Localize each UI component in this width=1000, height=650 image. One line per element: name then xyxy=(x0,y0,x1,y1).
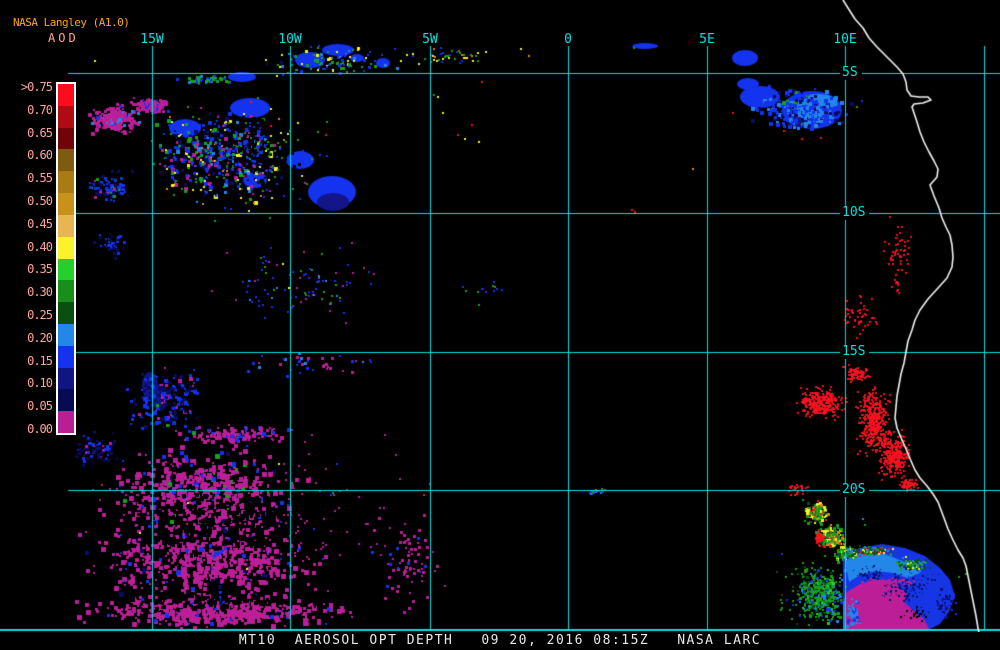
lon-label-5E: 5E xyxy=(699,32,715,47)
legend-label: 0.25 xyxy=(27,308,53,322)
legend-label: 0.50 xyxy=(27,194,53,208)
legend-swatch xyxy=(58,149,74,172)
caption: MT10 AEROSOL OPT DEPTH 09 20, 2016 08:15… xyxy=(238,633,762,648)
legend-swatch xyxy=(58,236,74,259)
legend-swatch xyxy=(58,367,74,390)
legend-swatch xyxy=(58,323,74,346)
legend-swatch xyxy=(58,193,74,215)
lon-label-10E: 10E xyxy=(833,32,857,47)
legend-label: 0.30 xyxy=(27,285,53,300)
legend-label: 0.60 xyxy=(27,148,53,163)
footer-bar: MT10 AEROSOL OPT DEPTH 09 20, 2016 08:15… xyxy=(0,632,1000,650)
legend-label: 0.45 xyxy=(27,216,53,231)
legend-label: 0.65 xyxy=(27,125,53,140)
lon-label-10W: 10W xyxy=(278,32,302,47)
legend-swatch xyxy=(58,171,74,194)
lat-label-15S: 15S xyxy=(840,345,870,359)
legend-swatch xyxy=(58,345,74,368)
legend-colorbar xyxy=(56,82,76,435)
lat-label-10S: 10S xyxy=(840,206,870,220)
legend-label: 0.15 xyxy=(27,353,53,368)
legend-label: 0.55 xyxy=(27,171,53,186)
legend-swatch xyxy=(58,389,74,412)
legend-swatch xyxy=(58,214,74,237)
legend-swatch xyxy=(58,302,74,324)
legend-title: AOD xyxy=(48,31,79,45)
legend-label: 0.20 xyxy=(27,330,53,345)
lat-label-5S: 5S xyxy=(840,66,862,80)
legend-label: >0.75 xyxy=(20,80,53,94)
legend-label: 0.05 xyxy=(27,399,53,414)
legend-swatch xyxy=(58,411,74,433)
lat-label-20S: 20S xyxy=(840,483,870,497)
legend-label: 0.35 xyxy=(27,262,53,277)
aod-map-window: NASA Langley (A1.0) AOD >0.75 0.70 0.65 0.6… xyxy=(0,0,1000,650)
legend-swatch xyxy=(58,84,74,106)
legend-label: 0.70 xyxy=(27,102,53,117)
legend-label: 0.10 xyxy=(27,376,53,391)
legend-label: 0.40 xyxy=(27,239,53,254)
legend-swatch xyxy=(58,258,74,281)
legend-swatch xyxy=(58,280,74,303)
map-canvas xyxy=(0,0,1000,650)
page-title: NASA Langley (A1.0) xyxy=(13,16,130,29)
legend-label: 0.00 xyxy=(27,422,53,436)
lon-label-0: 0 xyxy=(564,32,572,47)
lon-label-5W: 5W xyxy=(422,32,438,47)
lon-label-15W: 15W xyxy=(140,32,164,47)
legend-swatch xyxy=(58,127,74,150)
legend-swatch xyxy=(58,105,74,128)
